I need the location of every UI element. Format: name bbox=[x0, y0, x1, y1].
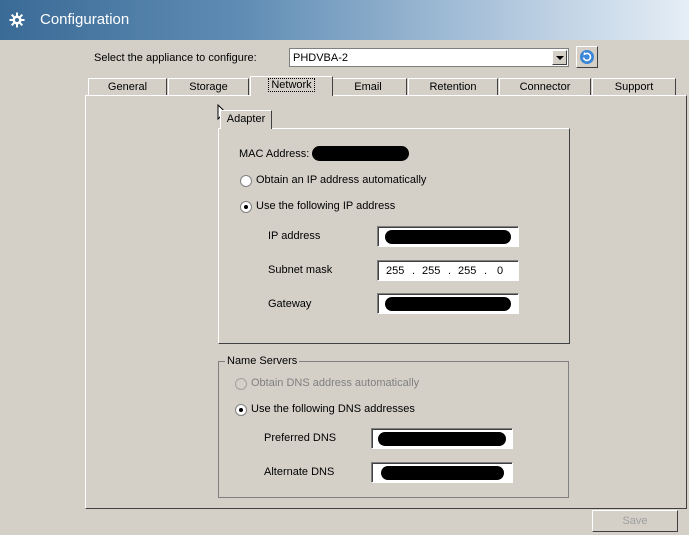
ip-address-value bbox=[385, 230, 511, 244]
subnet-mask-label: Subnet mask bbox=[268, 264, 333, 276]
name-servers-title: Name Servers bbox=[225, 355, 300, 367]
tab-retention[interactable]: Retention bbox=[408, 78, 498, 95]
tab-email[interactable]: Email bbox=[329, 78, 407, 95]
appliance-label: Select the appliance to configure: bbox=[94, 52, 257, 64]
appliance-select[interactable]: PHDVBA-2 bbox=[289, 48, 569, 67]
manual-ip-radio[interactable] bbox=[240, 201, 252, 213]
subnet-octet-4: 0 bbox=[497, 265, 504, 277]
alternate-dns-field[interactable] bbox=[371, 462, 513, 483]
subnet-octet-2: 255 bbox=[422, 265, 441, 277]
manual-ip-label: Use the following IP address bbox=[256, 200, 396, 212]
gateway-field[interactable] bbox=[377, 293, 519, 314]
tab-support[interactable]: Support bbox=[592, 78, 676, 95]
tab-general[interactable]: General bbox=[88, 78, 167, 95]
gateway-value bbox=[385, 297, 511, 311]
tab-label: General bbox=[107, 81, 148, 93]
tab-label: Email bbox=[354, 81, 382, 93]
tab-label: Retention bbox=[429, 81, 477, 93]
manual-dns-radio[interactable] bbox=[235, 404, 247, 416]
refresh-icon bbox=[580, 50, 594, 64]
gateway-label: Gateway bbox=[268, 298, 312, 310]
preferred-dns-label: Preferred DNS bbox=[264, 432, 337, 444]
mac-address-label: MAC Address: bbox=[239, 148, 310, 160]
auto-dns-label: Obtain DNS address automatically bbox=[251, 377, 420, 389]
subnet-octet-1: 255 bbox=[386, 265, 405, 277]
save-label: Save bbox=[622, 515, 648, 527]
tab-storage[interactable]: Storage bbox=[168, 78, 249, 95]
subnet-dot: . bbox=[412, 265, 416, 277]
appliance-value: PHDVBA-2 bbox=[293, 52, 349, 64]
tab-label: Support bbox=[614, 81, 654, 93]
manual-dns-label: Use the following DNS addresses bbox=[251, 403, 415, 415]
refresh-button[interactable] bbox=[576, 46, 598, 68]
auto-dns-radio[interactable] bbox=[235, 378, 247, 390]
tab-label: Connector bbox=[519, 81, 571, 93]
tab-adapter[interactable]: Adapter bbox=[220, 110, 272, 129]
tab-network[interactable]: Network bbox=[250, 76, 333, 96]
tab-label: Adapter bbox=[226, 113, 266, 125]
title-bar: Configuration bbox=[0, 0, 689, 40]
alternate-dns-label: Alternate DNS bbox=[264, 466, 335, 478]
ip-address-label: IP address bbox=[268, 230, 321, 242]
auto-ip-radio[interactable] bbox=[240, 175, 252, 187]
tab-connector[interactable]: Connector bbox=[499, 78, 591, 95]
subnet-mask-field[interactable]: 255 . 255 . 255 . 0 bbox=[377, 260, 519, 281]
gear-icon bbox=[9, 12, 25, 28]
subnet-dot: . bbox=[484, 265, 488, 277]
save-button[interactable]: Save bbox=[592, 510, 678, 532]
chevron-down-icon[interactable] bbox=[552, 50, 567, 65]
window-title: Configuration bbox=[40, 11, 130, 28]
subnet-octet-3: 255 bbox=[458, 265, 477, 277]
preferred-dns-value bbox=[378, 432, 506, 446]
auto-ip-label: Obtain an IP address automatically bbox=[256, 174, 427, 186]
ip-address-field[interactable] bbox=[377, 226, 519, 247]
preferred-dns-field[interactable] bbox=[371, 428, 513, 449]
subnet-dot: . bbox=[448, 265, 452, 277]
tab-label: Network bbox=[268, 78, 315, 92]
alternate-dns-value bbox=[381, 466, 504, 480]
tab-label: Storage bbox=[189, 81, 228, 93]
mac-address-value bbox=[312, 146, 409, 161]
